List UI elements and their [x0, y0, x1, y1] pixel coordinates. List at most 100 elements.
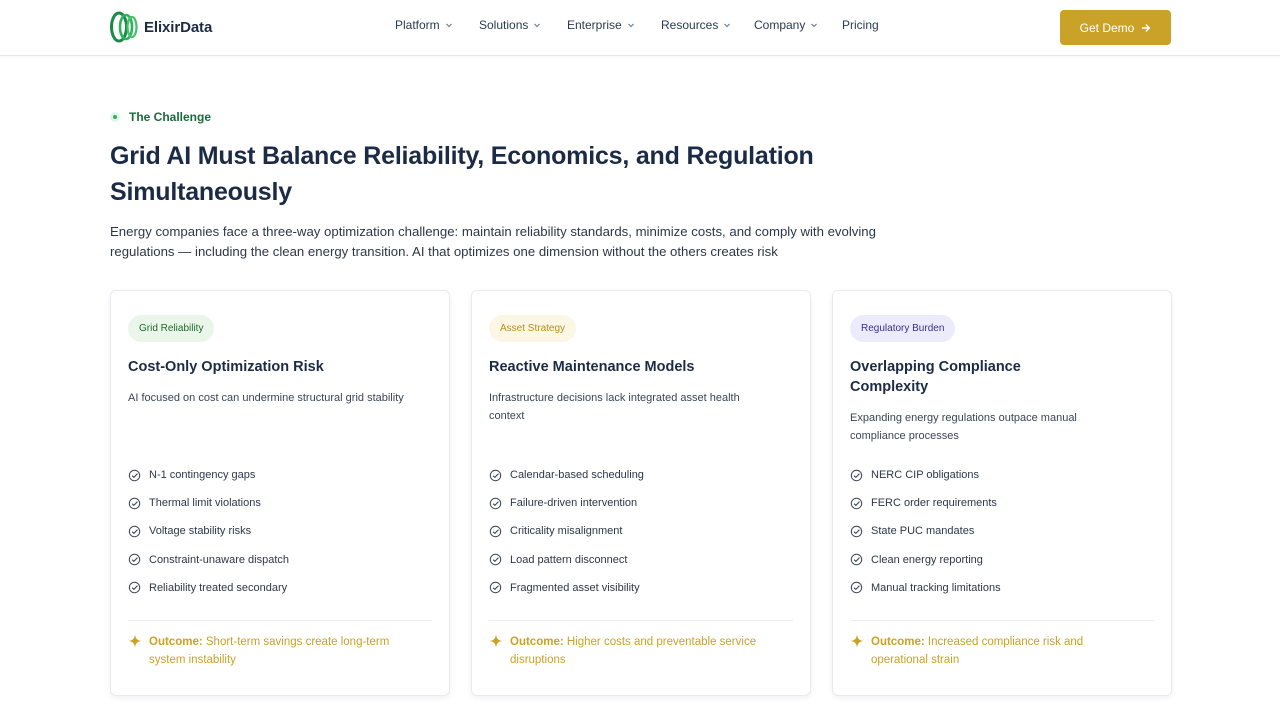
- category-badge: Grid Reliability: [128, 315, 215, 342]
- status-dot-icon: [110, 112, 120, 122]
- list-item: Fragmented asset visibility: [489, 574, 644, 602]
- chevron-down-icon: [534, 23, 541, 28]
- check-circle-icon: [489, 582, 502, 594]
- outcome-label: Outcome:: [871, 636, 925, 648]
- list-item: Constraint-unaware dispatch: [128, 546, 289, 574]
- issue-list: Calendar-based scheduling Failure-driven…: [489, 461, 644, 602]
- nav-label: Pricing: [842, 18, 879, 32]
- category-badge: Asset Strategy: [489, 315, 577, 342]
- chevron-down-icon: [724, 23, 731, 28]
- list-item-label: FERC order requirements: [871, 497, 997, 510]
- list-item-label: Reliability treated secondary: [149, 581, 288, 594]
- check-circle-icon: [489, 469, 502, 481]
- issue-list: N-1 contingency gaps Thermal limit viola…: [128, 461, 289, 602]
- sparkle-icon: [128, 634, 142, 648]
- nav-item-pricing[interactable]: Pricing: [842, 18, 879, 32]
- check-circle-icon: [850, 497, 863, 509]
- list-item-label: Failure-driven intervention: [510, 497, 638, 510]
- list-item-label: State PUC mandates: [871, 525, 975, 538]
- sparkle-icon: [850, 634, 864, 648]
- list-item: State PUC mandates: [850, 517, 1001, 545]
- check-circle-icon: [850, 553, 863, 566]
- list-item: Failure-driven intervention: [489, 489, 644, 517]
- check-circle-icon: [850, 525, 863, 538]
- list-item-label: Criticality misalignment: [510, 525, 623, 538]
- check-circle-icon: [850, 582, 863, 594]
- list-item-label: Voltage stability risks: [149, 525, 252, 538]
- section-eyebrow: The Challenge: [110, 110, 211, 124]
- card-description: Expanding energy regulations outpace man…: [850, 412, 1077, 442]
- card-description: Infrastructure decisions lack integrated…: [489, 392, 740, 422]
- nav-item-company[interactable]: Company: [754, 18, 818, 32]
- list-item-label: Load pattern disconnect: [510, 553, 628, 566]
- list-item: Manual tracking limitations: [850, 574, 1001, 602]
- divider: [850, 620, 1154, 621]
- check-circle-icon: [128, 553, 141, 566]
- check-circle-icon: [489, 525, 502, 538]
- list-item-label: Constraint-unaware dispatch: [149, 553, 290, 566]
- nav-label: Solutions: [479, 18, 529, 32]
- nav-item-solutions[interactable]: Solutions: [479, 18, 541, 32]
- get-demo-label: Get Demo: [1079, 20, 1135, 35]
- list-item-label: Thermal limit violations: [149, 497, 261, 510]
- list-item-label: Clean energy reporting: [871, 553, 983, 566]
- list-item-label: NERC CIP obligations: [871, 469, 980, 482]
- page-title: Grid AI Must Balance Reliability, Econom…: [110, 138, 870, 210]
- divider: [128, 620, 432, 621]
- list-item: Criticality misalignment: [489, 517, 644, 545]
- get-demo-button[interactable]: Get Demo: [1060, 10, 1171, 45]
- list-item: Clean energy reporting: [850, 546, 1001, 574]
- nav-label: Company: [754, 18, 806, 32]
- list-item: Voltage stability risks: [128, 517, 289, 545]
- list-item: Load pattern disconnect: [489, 546, 644, 574]
- nav-label: Platform: [395, 18, 440, 32]
- nav-label: Enterprise: [567, 18, 622, 32]
- site-header: ElixirData Platform Solutions Enterprise…: [0, 0, 1280, 56]
- section-description: Energy companies face a three-way optimi…: [110, 224, 876, 259]
- divider: [489, 620, 793, 621]
- card-title: Overlapping Compliance Complexity: [850, 359, 1021, 395]
- outcome-note: Outcome: Increased compliance risk and o…: [850, 633, 1140, 669]
- list-item: Thermal limit violations: [128, 489, 289, 517]
- category-badge: Regulatory Burden: [850, 315, 956, 342]
- list-item: Calendar-based scheduling: [489, 461, 644, 489]
- chevron-down-icon: [811, 23, 818, 28]
- list-item: FERC order requirements: [850, 489, 1001, 517]
- issue-list: NERC CIP obligations FERC order requirem…: [850, 461, 1001, 602]
- sparkle-icon: [489, 634, 503, 648]
- list-item-label: N-1 contingency gaps: [149, 469, 256, 482]
- check-circle-icon: [128, 582, 141, 594]
- nav-label: Resources: [661, 18, 719, 32]
- list-item: N-1 contingency gaps: [128, 461, 289, 489]
- card-title: Reactive Maintenance Models: [489, 359, 695, 375]
- check-circle-icon: [128, 525, 141, 538]
- challenge-card-grid-reliability: Grid Reliability Cost-Only Optimization …: [110, 290, 450, 696]
- title-line-1: Grid AI Must Balance Reliability, Econom…: [110, 142, 814, 170]
- arrow-right-icon: [1142, 23, 1151, 32]
- challenge-card-regulatory-burden: Regulatory Burden Overlapping Compliance…: [832, 290, 1172, 696]
- check-circle-icon: [850, 469, 863, 481]
- list-item: NERC CIP obligations: [850, 461, 1001, 489]
- eyebrow-label: The Challenge: [129, 110, 212, 124]
- nav-item-enterprise[interactable]: Enterprise: [567, 18, 635, 32]
- check-circle-icon: [128, 469, 141, 481]
- chevron-down-icon: [627, 23, 634, 28]
- check-circle-icon: [489, 553, 502, 566]
- check-circle-icon: [489, 497, 502, 509]
- list-item-label: Calendar-based scheduling: [510, 469, 644, 482]
- nav-item-platform[interactable]: Platform: [395, 18, 453, 32]
- outcome-note: Outcome: Higher costs and preventable se…: [489, 633, 779, 669]
- outcome-label: Outcome:: [510, 636, 564, 648]
- list-item-label: Manual tracking limitations: [871, 581, 1001, 594]
- chevron-down-icon: [445, 23, 452, 28]
- outcome-note: Outcome: Short-term savings create long-…: [128, 633, 418, 669]
- list-item: Reliability treated secondary: [128, 574, 289, 602]
- card-description: AI focused on cost can undermine structu…: [128, 392, 404, 404]
- nav-item-resources[interactable]: Resources: [661, 18, 731, 32]
- list-item-label: Fragmented asset visibility: [510, 581, 640, 594]
- check-circle-icon: [128, 497, 141, 509]
- challenge-card-asset-strategy: Asset Strategy Reactive Maintenance Mode…: [471, 290, 811, 696]
- card-title: Cost-Only Optimization Risk: [128, 359, 324, 375]
- outcome-label: Outcome:: [149, 636, 203, 648]
- title-line-2: Simultaneously: [110, 178, 292, 206]
